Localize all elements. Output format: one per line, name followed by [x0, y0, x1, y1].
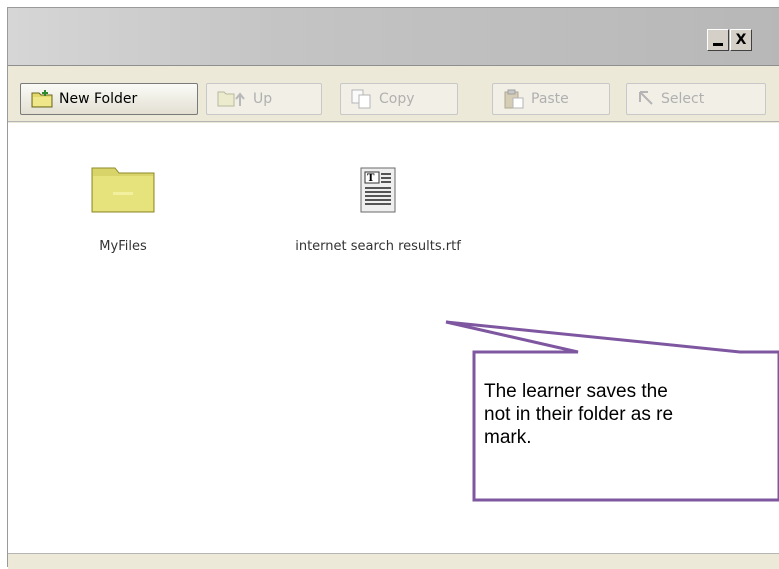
title-bar[interactable]: X — [8, 8, 779, 66]
toolbar: New Folder Up Copy Paste Select — [8, 67, 779, 122]
svg-text:T: T — [367, 173, 375, 184]
minimize-icon — [713, 42, 723, 46]
copy-icon — [351, 89, 371, 109]
copy-label: Copy — [379, 91, 415, 107]
new-folder-label: New Folder — [59, 91, 138, 107]
minimize-button[interactable] — [707, 29, 729, 51]
file-manager-window: X New Folder Up Copy Paste Select MyFile… — [7, 7, 779, 569]
file-name: internet search results.rtf — [295, 239, 461, 254]
paste-label: Paste — [531, 91, 569, 107]
folder-item-myfiles[interactable]: MyFiles — [58, 167, 188, 254]
status-bar — [8, 553, 779, 569]
copy-button[interactable]: Copy — [340, 83, 458, 115]
select-label: Select — [661, 91, 705, 107]
new-folder-icon — [31, 90, 53, 108]
folder-up-icon — [217, 91, 245, 107]
paste-icon — [504, 89, 524, 109]
annotation-line: The learner saves the — [484, 381, 668, 402]
close-button[interactable]: X — [730, 29, 752, 51]
up-button[interactable]: Up — [206, 83, 322, 115]
file-list-area[interactable]: MyFiles T internet search results.rtf — [8, 123, 779, 553]
paste-button[interactable]: Paste — [492, 83, 610, 115]
file-item-rtf[interactable]: T internet search results.rtf — [258, 167, 498, 254]
select-button[interactable]: Select — [626, 83, 766, 115]
folder-icon — [91, 167, 155, 213]
new-folder-button[interactable]: New Folder — [20, 83, 198, 115]
annotation-text: The learner saves the not in their folde… — [484, 380, 779, 449]
rtf-document-icon: T — [360, 167, 396, 213]
arrow-cursor-icon — [639, 91, 653, 105]
annotation-line: not in their folder as re — [484, 404, 674, 425]
annotation-line: mark. — [484, 427, 532, 448]
file-name: MyFiles — [99, 239, 147, 254]
up-label: Up — [253, 91, 273, 107]
close-icon: X — [735, 32, 747, 48]
